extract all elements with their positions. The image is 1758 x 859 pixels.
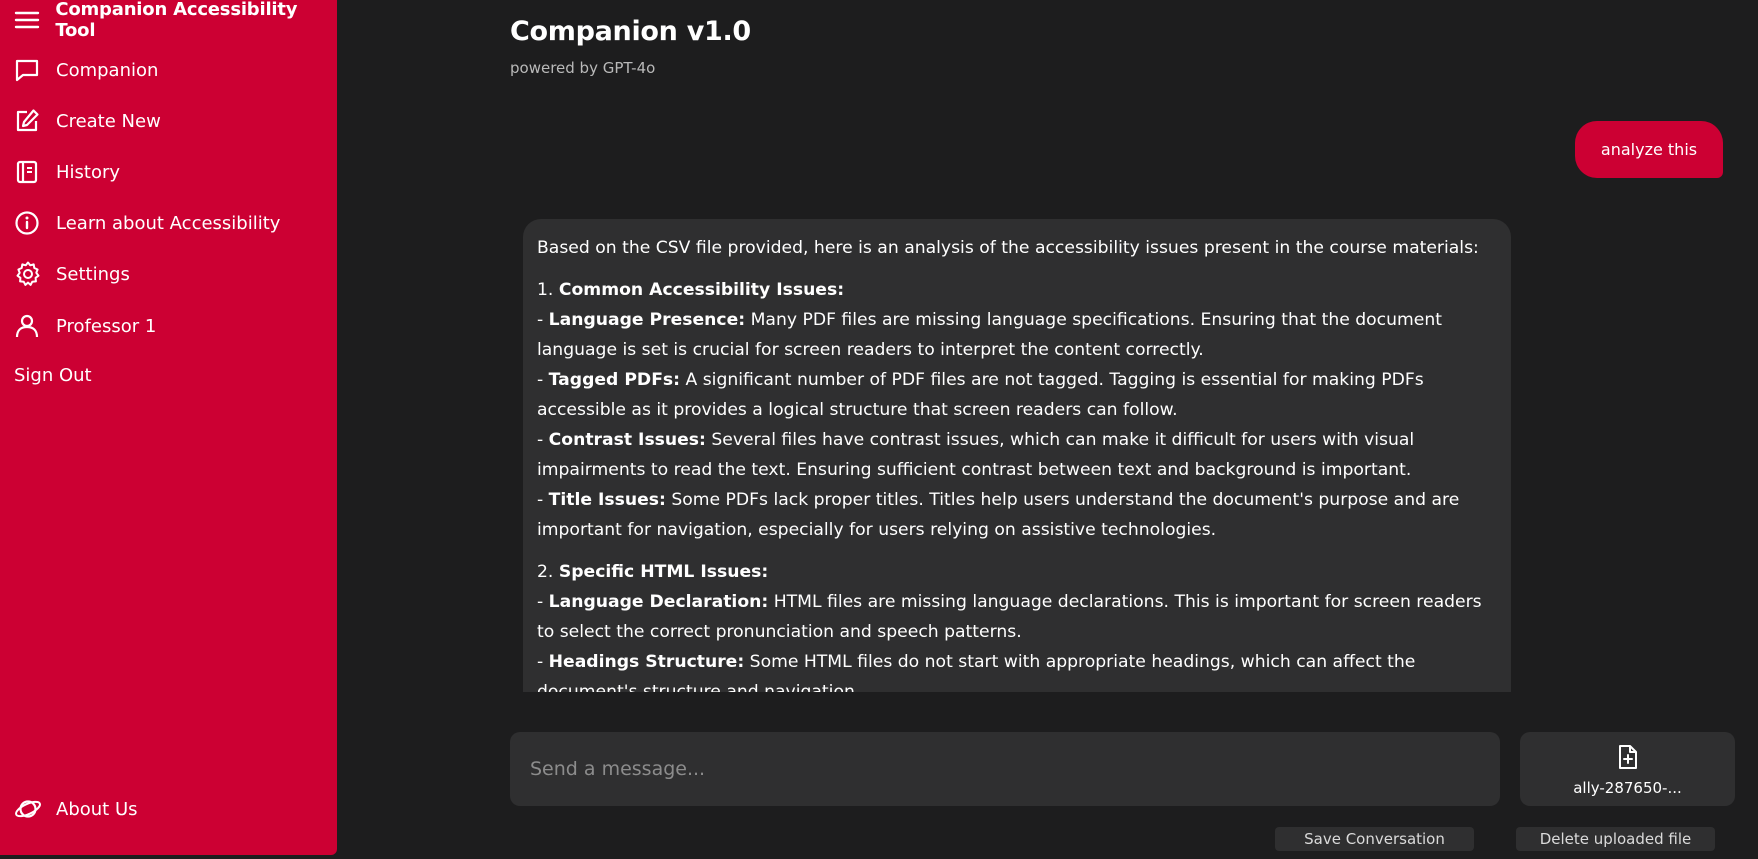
list-item: - Title Issues: Some PDFs lack proper ti… — [537, 490, 1460, 540]
save-conversation-button[interactable]: Save Conversation — [1275, 827, 1474, 851]
sidebar-item-companion[interactable]: Companion — [14, 55, 158, 85]
sidebar-header: Companion Accessibility Tool — [14, 0, 337, 41]
edit-icon — [14, 106, 44, 136]
sidebar-item-label: Learn about Accessibility — [56, 212, 281, 234]
app-title: Companion Accessibility Tool — [55, 0, 298, 41]
user-message-bubble: analyze this — [1575, 121, 1723, 178]
user-message-text: analyze this — [1600, 140, 1698, 159]
message-composer — [510, 732, 1500, 806]
page-title: Companion v1.0 — [510, 16, 751, 47]
list-item: - Language Presence: Many PDF files are … — [537, 310, 1442, 360]
sidebar-item-label: Create New — [56, 110, 161, 132]
sidebar-item-profile[interactable]: Professor 1 — [14, 311, 156, 341]
sidebar: Companion Accessibility Tool Companion C… — [0, 0, 337, 855]
gear-icon — [14, 259, 44, 289]
sidebar-item-history[interactable]: History — [14, 157, 120, 187]
planet-icon — [14, 794, 44, 824]
sidebar-item-label: About Us — [56, 798, 138, 820]
chat-bubble-icon — [14, 55, 44, 85]
sidebar-item-create-new[interactable]: Create New — [14, 106, 161, 136]
section-heading: 1. Common Accessibility Issues: — [537, 280, 845, 300]
file-add-icon — [1617, 744, 1639, 772]
uploaded-file-button[interactable]: ally-287650-... — [1520, 732, 1735, 806]
section-heading: 2. Specific HTML Issues: — [537, 562, 769, 582]
delete-uploaded-file-button[interactable]: Delete uploaded file — [1516, 827, 1715, 851]
notebook-icon — [14, 157, 44, 187]
sidebar-item-label: Professor 1 — [56, 315, 157, 337]
sidebar-item-learn-accessibility[interactable]: Learn about Accessibility — [14, 208, 280, 238]
list-item: - Tagged PDFs: A significant number of P… — [537, 370, 1424, 420]
message-input[interactable] — [510, 732, 1500, 806]
sidebar-item-settings[interactable]: Settings — [14, 259, 130, 289]
assistant-message-bubble: Based on the CSV file provided, here is … — [523, 219, 1511, 692]
sign-out-link[interactable]: Sign Out — [14, 363, 92, 389]
uploaded-file-name: ally-287650-... — [1573, 778, 1682, 797]
sidebar-item-label: Companion — [56, 59, 159, 81]
list-item: - Contrast Issues: Several files have co… — [537, 430, 1415, 480]
page-subtitle: powered by GPT-4o — [510, 59, 656, 77]
user-icon — [14, 311, 44, 341]
assistant-intro: Based on the CSV file provided, here is … — [537, 238, 1479, 258]
list-item: - Headings Structure: Some HTML files do… — [537, 652, 1416, 692]
info-icon — [14, 208, 44, 238]
list-item: - Language Declaration: HTML files are m… — [537, 592, 1482, 642]
sidebar-item-label: Settings — [56, 263, 130, 285]
sidebar-item-about-us[interactable]: About Us — [14, 794, 138, 824]
hamburger-menu-icon[interactable] — [14, 8, 43, 32]
sidebar-item-label: History — [56, 161, 121, 183]
